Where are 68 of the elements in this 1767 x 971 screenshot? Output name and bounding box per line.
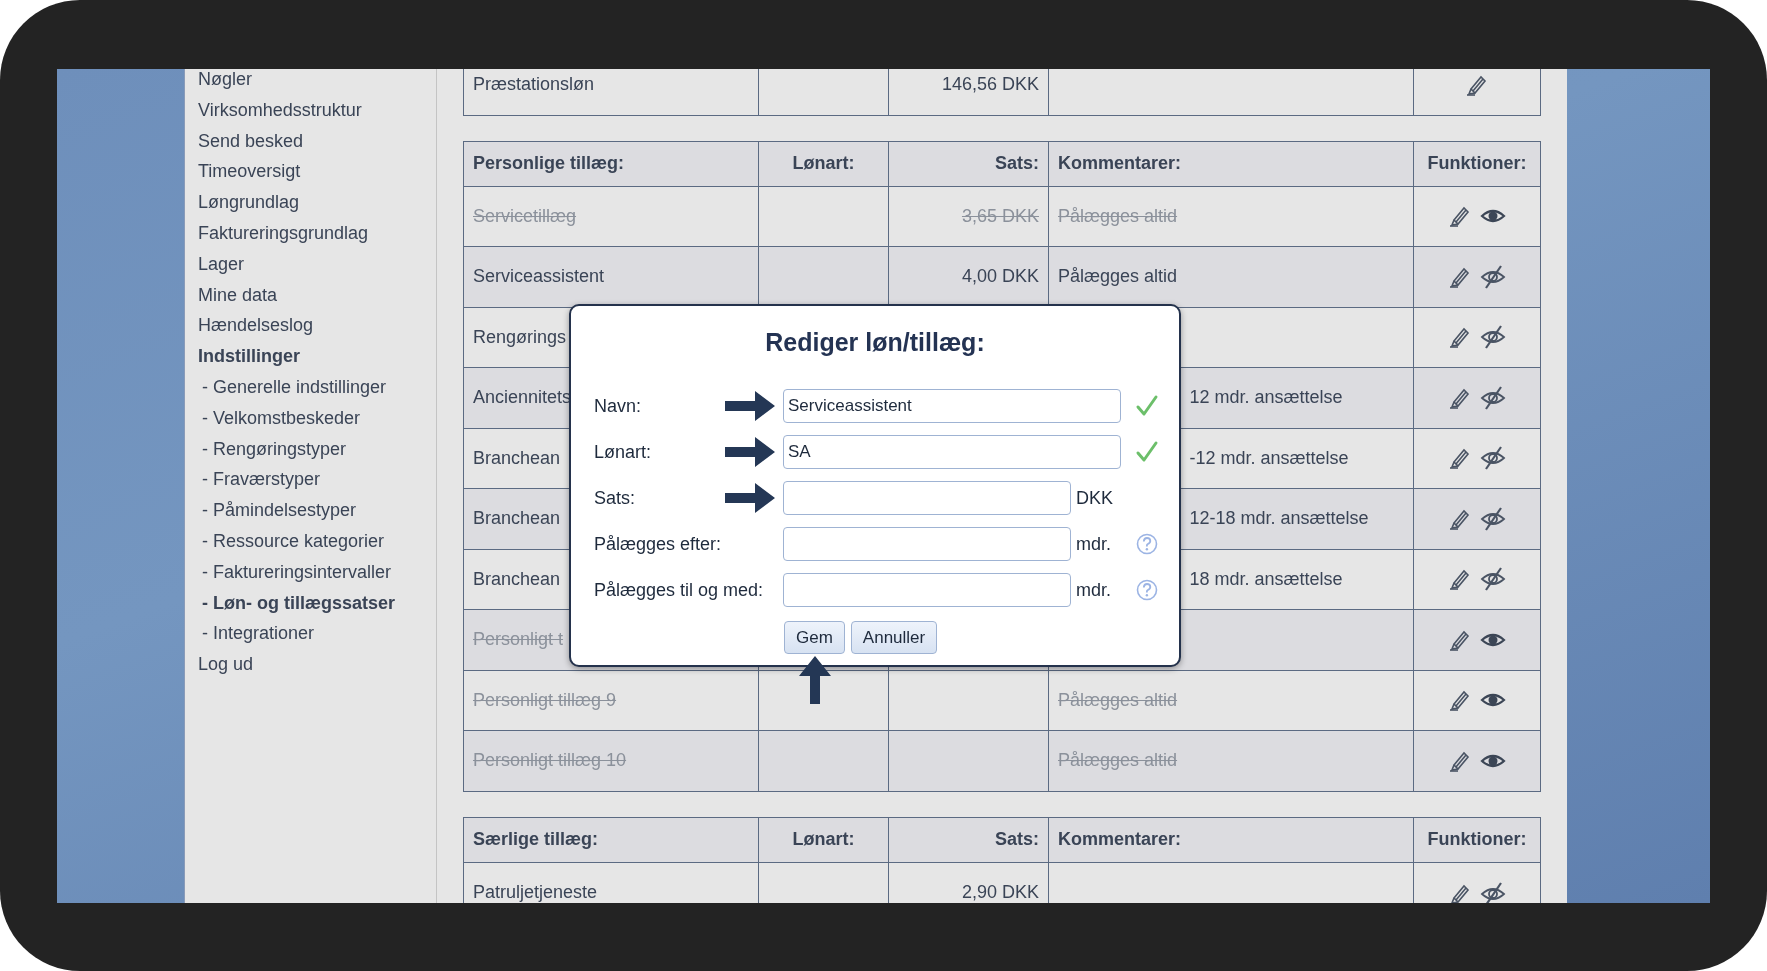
edit-icon[interactable] [1448,325,1472,350]
table-cell: Patruljetjeneste [463,862,759,903]
table-cell: 2,90 DKK [888,862,1049,903]
sidebar-item[interactable]: Faktureringsgrundlag [198,218,369,249]
unit-label: mdr. [1075,579,1112,601]
eye-slash-icon[interactable] [1480,881,1506,903]
edit-icon[interactable] [1448,688,1472,713]
table-cell: Serviceassistent [463,246,759,307]
column-header: Kommentarer: [1048,817,1414,862]
sidebar-item[interactable]: - Rengøringstyper [198,433,347,465]
column-header: Funktioner: [1413,141,1541,186]
column-header: Funktioner: [1413,817,1541,862]
column-header: Kommentarer: [1048,141,1414,186]
sidebar-item[interactable]: Løngrundlag [198,187,300,218]
column-header: Lønart: [758,817,889,862]
dialog-button[interactable]: Gem [784,621,845,654]
sidebar-item[interactable]: Virksomhedsstruktur [198,94,362,126]
table-cell: Pålægges altid [1048,730,1414,791]
table-cell: Personligt tillæg 9 [463,670,759,731]
sidebar-item[interactable]: Indstillinger [198,341,300,372]
dialog-button[interactable]: Annuller [850,621,938,654]
eye-slash-icon[interactable] [1480,325,1506,350]
sidebar-item[interactable]: - Faktureringsintervaller [198,556,392,588]
sidebar-item[interactable]: Lager [198,248,245,280]
sidebar-item[interactable]: - Velkomstbeskeder [198,402,361,434]
field-label: Sats: [594,487,637,509]
sidebar-item[interactable]: Nøgler [198,69,252,95]
sidebar-item[interactable]: - Fraværstyper [198,464,320,496]
table-cell: Servicetillæg [463,186,759,247]
sidebar-item[interactable]: - Generelle indstillinger [198,371,387,403]
column-header: Lønart: [758,141,889,186]
table-cell: 146,56 DKK [888,69,1049,115]
sidebar-item[interactable]: - Ressource kategorier [198,525,385,557]
sidebar-item[interactable]: - Integrationer [198,618,315,650]
table-cell: 3,65 DKK [888,186,1049,247]
sidebar-item[interactable]: Send besked [198,125,304,157]
input-field[interactable]: SA [783,435,1121,469]
column-header: Sats: [888,141,1049,186]
table-cell: Pålægges altid [1048,186,1414,247]
edit-icon[interactable] [1448,204,1472,229]
column-header: Personlige tillæg: [463,141,759,186]
column-header: Særlige tillæg: [463,817,759,862]
sidebar-item[interactable]: Mine data [198,279,278,311]
sidebar-item[interactable]: Timeoversigt [198,156,301,188]
input-field[interactable] [783,481,1071,515]
field-label: Navn: [594,395,643,417]
field-label: Lønart: [594,441,653,463]
table-cell: Personligt tillæg 10 [463,730,759,791]
sidebar-item[interactable]: - Påmindelsestyper [198,495,357,526]
eye-slash-icon[interactable] [1480,446,1506,471]
sidebar-item[interactable]: - Løn- og tillægssatser [198,587,396,619]
table-cell: Pålægges altid [1048,670,1414,731]
dialog-title: Rediger løn/tillæg: [764,328,986,357]
input-field[interactable] [783,527,1071,561]
edit-icon[interactable] [1448,567,1472,592]
edit-icon[interactable] [1448,446,1472,471]
sidebar-item[interactable]: Log ud [198,649,254,680]
eye-slash-icon[interactable] [1480,385,1506,410]
column-header: Sats: [888,817,1049,862]
table-cell: Præstationsløn [463,69,759,115]
table-cell: Pålægges altid [1048,246,1414,307]
eye-slash-icon[interactable] [1480,567,1506,592]
eye-slash-icon[interactable] [1480,506,1506,531]
input-field[interactable]: Serviceassistent [783,389,1121,423]
sidebar-item[interactable]: Hændelseslog [198,310,314,342]
unit-label: DKK [1075,487,1114,509]
eye-slash-icon[interactable] [1480,264,1506,289]
input-field[interactable] [783,573,1071,607]
